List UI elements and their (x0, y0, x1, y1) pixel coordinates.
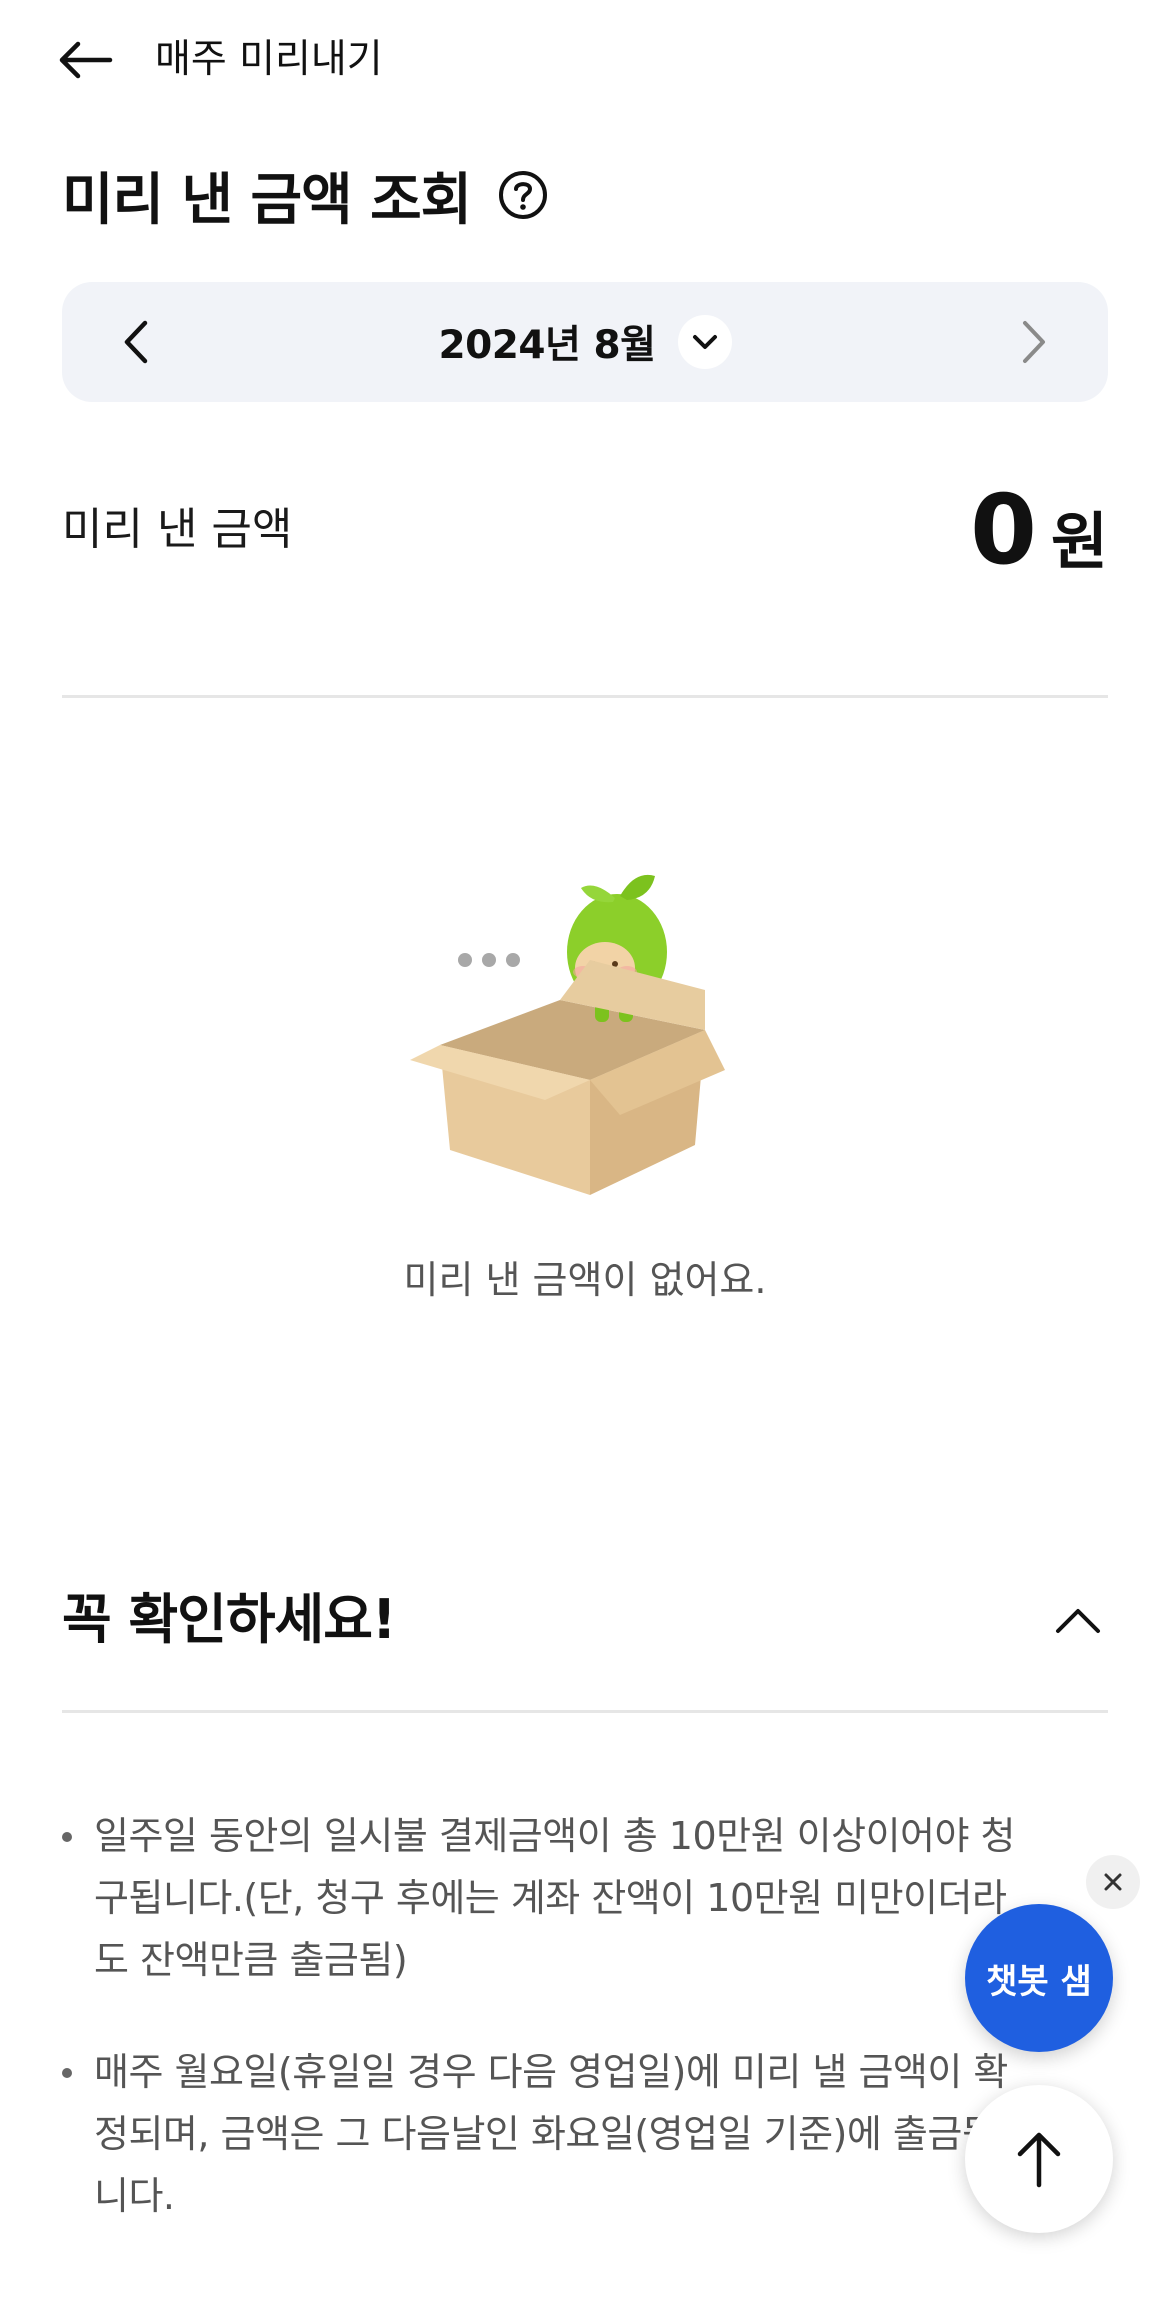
arrow-left-icon (59, 41, 113, 79)
notice-item: 일주일 동안의 일시불 결제금액이 총 10만원 이상이어야 청구됩니다.(단,… (62, 1805, 1022, 1991)
month-selector[interactable]: 2024년 8월 (62, 282, 1108, 402)
notice-item-text: 일주일 동안의 일시불 결제금액이 총 10만원 이상이어야 청구됩니다.(단,… (94, 1814, 1016, 1982)
page-title-row: 미리 낸 금액 조회 (62, 150, 549, 240)
bullet-icon (62, 1832, 72, 1842)
question-circle-icon (499, 171, 548, 219)
topbar-title: 매주 미리내기 (155, 37, 383, 82)
notice-list: 일주일 동안의 일시불 결제금액이 총 10만원 이상이어야 청구됩니다.(단,… (62, 1805, 1022, 2277)
month-navigator: 2024년 8월 (62, 282, 1108, 402)
chevron-up-icon (1056, 1609, 1100, 1633)
chevron-down-icon (692, 335, 717, 349)
notice-title: 꼭 확인하세요! (62, 1588, 397, 1651)
chevron-right-icon (1023, 321, 1045, 363)
summary-amount: 0 원 (970, 470, 1108, 590)
divider (62, 695, 1108, 698)
amount-value: 0 (970, 474, 1037, 586)
chatbot-button[interactable]: 챗봇 샘 (965, 1904, 1113, 2052)
next-month-button[interactable] (1004, 312, 1064, 372)
divider (62, 1710, 1108, 1713)
collapse-button[interactable] (1048, 1590, 1108, 1650)
chatbot-close-button[interactable] (1086, 1855, 1140, 1909)
summary-label: 미리 낸 금액 (62, 504, 293, 555)
arrow-up-icon (1017, 2132, 1061, 2188)
amount-unit: 원 (1050, 505, 1108, 578)
page-title: 미리 낸 금액 조회 (62, 167, 472, 233)
notice-item: 매주 월요일(휴일일 경우 다음 영업일)에 미리 낼 금액이 확정되며, 금액… (62, 2041, 1022, 2227)
empty-state-message: 미리 낸 금액이 없어요. (403, 1258, 767, 1302)
help-button[interactable] (497, 169, 549, 221)
scroll-to-top-button[interactable] (965, 2085, 1113, 2233)
bullet-icon (62, 2068, 72, 2078)
month-label: 2024년 8월 (438, 323, 656, 368)
empty-box-mascot-illustration (410, 874, 725, 1195)
prepaid-summary: 미리 낸 금액 0 원 (62, 470, 1108, 590)
top-bar: 매주 미리내기 (0, 0, 1170, 120)
notice-accordion-header[interactable]: 꼭 확인하세요! (62, 1570, 1108, 1670)
back-button[interactable] (58, 30, 128, 90)
close-icon (1104, 1873, 1122, 1891)
month-dropdown-button[interactable] (677, 315, 732, 369)
notice-item-text: 매주 월요일(휴일일 경우 다음 영업일)에 미리 낼 금액이 확정되며, 금액… (94, 2050, 1008, 2218)
